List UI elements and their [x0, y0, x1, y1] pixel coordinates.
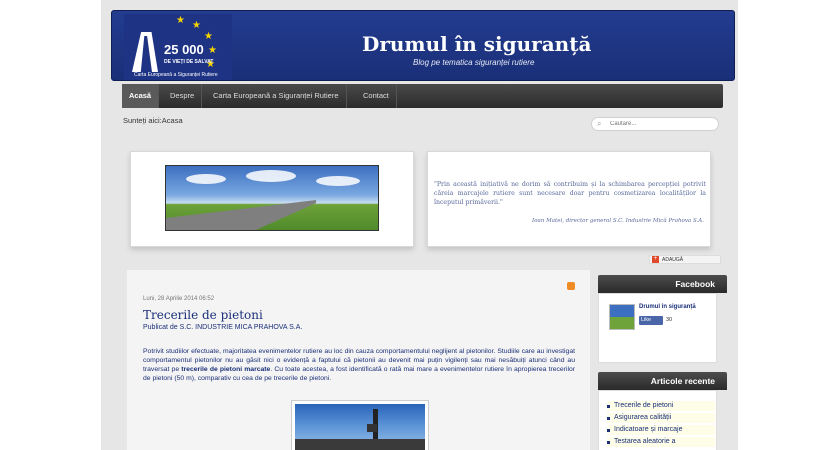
recent-articles-list: Trecerile de pietoni Asigurarea calități… [598, 390, 717, 450]
recent-articles-widget: Articole recente Trecerile de pietoni As… [598, 372, 727, 450]
breadcrumb: Sunteți aici:Acasa [123, 116, 183, 125]
site-logo[interactable]: ★ ★ ★ ★ ★ 25 000 DE VIEȚI DE SALVAT Cart… [124, 14, 232, 80]
like-button[interactable]: Like [639, 316, 663, 325]
road-landscape-image [165, 165, 379, 231]
facebook-widget: Drumul în siguranță Like 30 [598, 293, 717, 363]
facebook-widget-title: Facebook [598, 275, 727, 293]
post-title[interactable]: Trecerile de pietoni [143, 308, 263, 322]
nav-item-about[interactable]: Despre [163, 84, 203, 108]
plus-icon: + [652, 256, 659, 263]
quote-author: Ioan Matei, director general S.C. Indust… [532, 218, 704, 224]
nav-item-charter[interactable]: Carta Europeană a Siguranței Rutiere [206, 84, 347, 108]
star-icon: ★ [176, 15, 185, 26]
recent-article-link[interactable]: Testarea aleatorie a [607, 437, 715, 447]
star-icon: ★ [192, 20, 201, 31]
logo-subtitle: DE VIEȚI DE SALVAT [164, 59, 214, 65]
recent-articles-title: Articole recente [598, 372, 727, 390]
post-byline: Publicat de S.C. INDUSTRIE MICA PRAHOVA … [143, 324, 303, 331]
page-container: ★ ★ ★ ★ ★ 25 000 DE VIEȚI DE SALVAT Cart… [101, 0, 738, 450]
site-tagline: Blog pe tematica siguranței rutiere [413, 58, 535, 67]
post-image [291, 400, 429, 450]
share-label: ADAUGĂ [662, 257, 684, 263]
slideshow-box [130, 151, 414, 247]
nav-item-home[interactable]: Acasă [122, 84, 160, 108]
post-date: Luni, 28 Aprilie 2014 06:52 [143, 296, 215, 302]
quote-box: "Prin această inițiativă ne dorim să con… [427, 151, 711, 247]
post-bold-text: trecerile de pietoni marcate [181, 366, 271, 373]
like-count: 30 [666, 317, 673, 323]
search-input[interactable] [610, 119, 710, 129]
rss-icon[interactable] [567, 282, 575, 290]
star-icon: ★ [204, 31, 213, 42]
facebook-page-name[interactable]: Drumul în siguranță [639, 304, 696, 310]
logo-number: 25 000 [164, 42, 204, 57]
sidebar: Facebook Drumul în siguranță Like 30 Art… [598, 275, 727, 450]
search-box: ⌕ [591, 117, 719, 131]
recent-article-link[interactable]: Trecerile de pietoni [607, 401, 715, 411]
search-icon[interactable]: ⌕ [597, 119, 601, 129]
quote-text: "Prin această inițiativă ne dorim să con… [434, 181, 706, 206]
site-header: ★ ★ ★ ★ ★ 25 000 DE VIEȚI DE SALVAT Cart… [111, 10, 735, 81]
logo-caption: Carta Europeană a Siguranței Rutiere [134, 72, 218, 78]
recent-article-link[interactable]: Asigurarea calității [607, 413, 715, 423]
star-icon: ★ [208, 45, 217, 56]
page-thumbnail[interactable] [609, 304, 635, 330]
nav-item-contact[interactable]: Contact [356, 84, 397, 108]
recent-article-link[interactable]: Indicatoare și marcaje [607, 425, 715, 435]
main-nav: Acasă Despre Carta Europeană a Siguranțe… [122, 84, 723, 108]
post-body: Potrivit studiilor efectuate, majoritate… [143, 348, 576, 382]
main-content: Luni, 28 Aprilie 2014 06:52 Trecerile de… [127, 270, 590, 450]
share-button[interactable]: + ADAUGĂ [649, 255, 721, 264]
site-title[interactable]: Drumul în siguranță [362, 32, 591, 56]
